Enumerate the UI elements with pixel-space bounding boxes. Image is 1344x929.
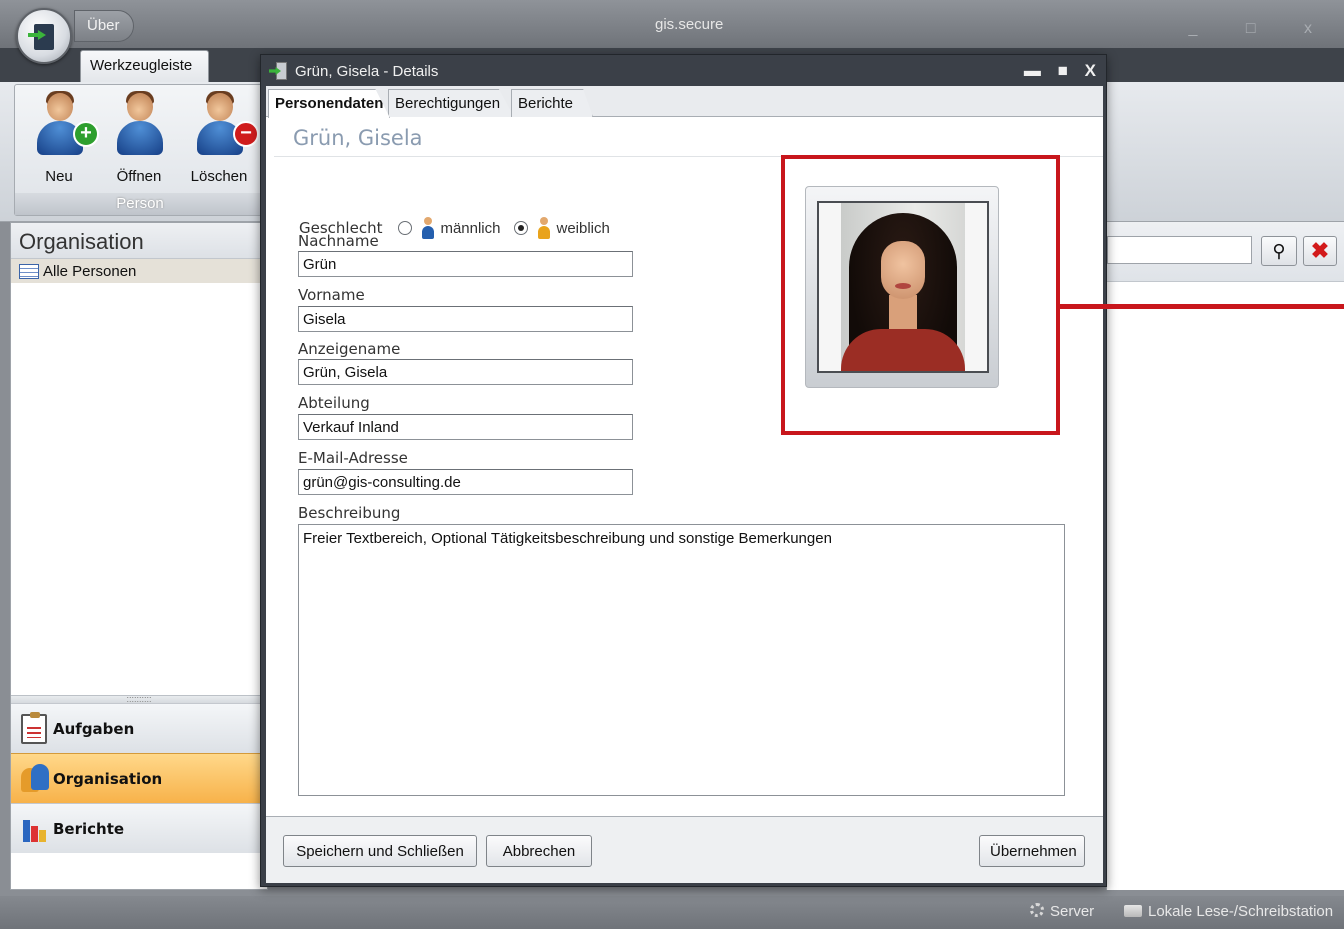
status-server: Server bbox=[1030, 903, 1094, 920]
open-person-label: Öffnen bbox=[116, 168, 162, 185]
tab-personendaten[interactable]: Personendaten bbox=[268, 89, 390, 118]
email-field[interactable] bbox=[298, 469, 633, 495]
tab-berichte[interactable]: Berichte bbox=[511, 89, 593, 117]
status-local-station: Lokale Lese-/Schreibstation bbox=[1124, 903, 1333, 920]
cancel-button[interactable]: Abbrechen bbox=[486, 835, 592, 867]
application-menu-button[interactable] bbox=[16, 8, 72, 64]
nav-item-alle-personen[interactable]: Alle Personen bbox=[11, 259, 267, 283]
nav-splitter[interactable]: :::::::::: bbox=[11, 695, 267, 704]
content-area: ⚲ ✖ bbox=[1106, 222, 1344, 890]
search-icon: ⚲ bbox=[1272, 241, 1286, 261]
nav-header: Organisation bbox=[11, 223, 267, 259]
nachname-label: Nachname bbox=[298, 232, 379, 250]
dialog-body: Personendaten Berechtigungen Berichte Gr… bbox=[266, 86, 1103, 816]
person-delete-icon: − bbox=[195, 91, 259, 157]
about-tab[interactable]: Über bbox=[74, 10, 134, 42]
radio-maennlich[interactable] bbox=[398, 221, 413, 235]
window-controls[interactable]: _ □ x bbox=[1189, 20, 1334, 38]
highlight-pointer-line bbox=[1058, 304, 1344, 309]
close-icon: ✖ bbox=[1310, 238, 1330, 263]
anzeigename-field[interactable] bbox=[298, 359, 633, 385]
nav-button-berichte[interactable]: Berichte bbox=[11, 803, 267, 853]
dialog-footer: Speichern und Schließen Abbrechen Überne… bbox=[266, 816, 1103, 883]
photo-frame[interactable] bbox=[805, 186, 999, 388]
dialog-tabs: Personendaten Berechtigungen Berichte bbox=[266, 86, 1103, 118]
title-bar: gis.secure _ □ x bbox=[0, 0, 1344, 48]
minimize-button[interactable]: ▬ bbox=[1024, 61, 1041, 80]
search-bar: ⚲ ✖ bbox=[1107, 222, 1344, 282]
delete-person-label: Löschen bbox=[190, 168, 248, 185]
clear-search-button[interactable]: ✖ bbox=[1303, 236, 1337, 266]
list-icon bbox=[19, 263, 39, 279]
people-icon bbox=[21, 763, 49, 794]
app-title: gis.secure bbox=[655, 16, 724, 33]
person-name-heading: Grün, Gisela bbox=[293, 126, 423, 150]
abteilung-label: Abteilung bbox=[298, 394, 370, 412]
chart-icon bbox=[21, 814, 47, 844]
vorname-field[interactable] bbox=[298, 306, 633, 332]
save-close-button[interactable]: Speichern und Schließen bbox=[283, 835, 477, 867]
nav-button-organisation[interactable]: Organisation bbox=[11, 753, 267, 803]
option-weiblich[interactable]: weiblich bbox=[556, 220, 609, 237]
nav-button-aufgaben[interactable]: Aufgaben bbox=[11, 703, 267, 753]
abteilung-field[interactable] bbox=[298, 414, 633, 440]
vorname-label: Vorname bbox=[298, 286, 365, 304]
ribbon-group-person: + Neu Öffnen − Löschen Person bbox=[14, 84, 266, 216]
delete-person-button[interactable]: − Löschen bbox=[181, 91, 259, 185]
drive-icon bbox=[1124, 905, 1142, 917]
status-local-label: Lokale Lese-/Schreibstation bbox=[1148, 903, 1334, 920]
new-person-button[interactable]: + Neu bbox=[21, 91, 99, 185]
person-add-icon: + bbox=[35, 91, 99, 157]
maximize-button[interactable]: ■ bbox=[1058, 61, 1068, 80]
nav-button-label: Berichte bbox=[53, 819, 125, 838]
dialog-title: Grün, Gisela - Details bbox=[295, 63, 439, 80]
open-person-button[interactable]: Öffnen bbox=[101, 91, 177, 185]
nav-button-label: Organisation bbox=[53, 769, 163, 788]
nachname-field[interactable] bbox=[298, 251, 633, 277]
tab-berechtigungen[interactable]: Berechtigungen bbox=[388, 89, 514, 117]
status-server-label: Server bbox=[1050, 903, 1095, 920]
tab-werkzeugleiste[interactable]: Werkzeugleiste bbox=[80, 50, 209, 83]
male-person-icon bbox=[422, 217, 435, 239]
new-person-label: Neu bbox=[45, 168, 73, 185]
gear-icon bbox=[1030, 903, 1044, 917]
close-button[interactable]: X bbox=[1085, 61, 1096, 80]
nav-button-label: Aufgaben bbox=[53, 719, 135, 738]
search-input[interactable] bbox=[1107, 236, 1252, 264]
navigation-pane: Organisation Alle Personen :::::::::: Au… bbox=[10, 222, 268, 890]
search-button[interactable]: ⚲ bbox=[1261, 236, 1297, 266]
beschreibung-label: Beschreibung bbox=[298, 504, 401, 522]
status-bar: Server Lokale Lese-/Schreibstation bbox=[0, 896, 1344, 929]
portrait-image bbox=[841, 203, 965, 371]
beschreibung-textarea[interactable]: Freier Textbereich, Optional Tätigkeitsb… bbox=[298, 524, 1065, 796]
apply-button[interactable]: Übernehmen bbox=[979, 835, 1085, 867]
anzeigename-label: Anzeigename bbox=[298, 340, 401, 358]
ribbon-group-caption: Person bbox=[15, 193, 265, 215]
portrait-photo bbox=[817, 201, 989, 373]
female-person-icon bbox=[538, 217, 551, 239]
dialog-window-controls: ▬ ■ X bbox=[1012, 61, 1096, 81]
radio-weiblich[interactable] bbox=[514, 221, 529, 235]
person-open-icon bbox=[115, 91, 165, 157]
nav-item-label: Alle Personen bbox=[43, 262, 137, 280]
person-details-dialog: Grün, Gisela - Details ▬ ■ X Personendat… bbox=[260, 54, 1107, 887]
option-maennlich[interactable]: männlich bbox=[440, 220, 500, 237]
email-label: E-Mail-Adresse bbox=[298, 449, 408, 467]
clipboard-icon bbox=[21, 711, 47, 744]
